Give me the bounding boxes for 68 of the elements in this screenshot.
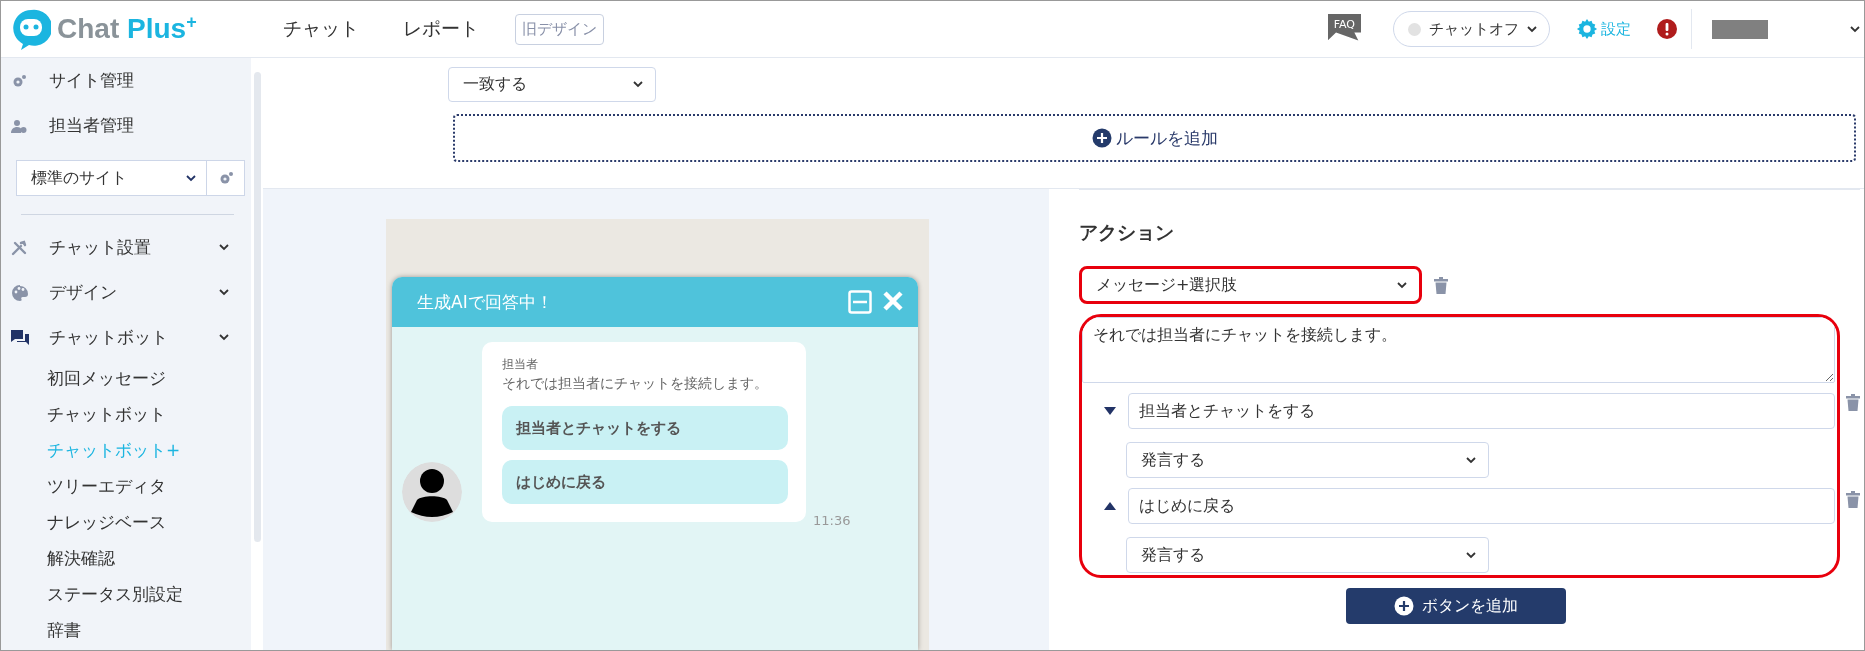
nav-link[interactable]: チャット (283, 16, 359, 42)
sidebar-subitem[interactable]: ステータス別設定 (1, 576, 251, 612)
chevron-down-icon (633, 81, 643, 88)
button-action-dropdown[interactable]: 発言する (1126, 537, 1489, 573)
chevron-down-icon (1527, 25, 1537, 33)
button-label-input[interactable]: はじめに戻る (1128, 488, 1835, 524)
trash-icon[interactable] (1846, 491, 1860, 508)
trash-icon[interactable] (1846, 394, 1860, 411)
chat-icon (11, 329, 29, 346)
plus-circle-icon (1091, 128, 1112, 148)
settings-icon (1576, 18, 1598, 40)
chevron-down-icon (219, 334, 229, 341)
sidebar-subitem[interactable]: チャットボット (1, 396, 251, 432)
sidebar-subitem[interactable]: 解決確認 (1, 540, 251, 576)
sidebar-subitem[interactable]: ナレッジベース (1, 504, 251, 540)
sidebar-item[interactable]: デザイン (1, 270, 251, 315)
nav-link[interactable]: レポート (403, 16, 479, 42)
alert-icon (1657, 19, 1677, 39)
sidebar-subitem[interactable]: 辞書 (1, 612, 251, 648)
chevron-down-icon (219, 244, 229, 251)
message-text: それでは担当者にチャットを接続します。 (502, 375, 769, 393)
tools-icon (11, 239, 27, 256)
caret-down-icon[interactable] (1104, 407, 1116, 415)
logo-text: Chat Plus$^{+}$ (57, 12, 197, 46)
choice-button[interactable]: 担当者とチャットをする (502, 406, 788, 450)
sidebar-item[interactable]: 担当者管理 (1, 103, 251, 148)
button-label-input[interactable]: 担当者とチャットをする (1128, 393, 1835, 429)
message-textarea[interactable]: それでは担当者にチャットを接続します。 (1082, 317, 1835, 383)
close-icon[interactable] (882, 290, 904, 312)
section-heading: アクション (1079, 220, 1175, 245)
sidebar-item-label: デザイン (49, 281, 117, 304)
redacted-name-block (1712, 19, 1768, 39)
status-dropdown[interactable]: チャットオフ (1393, 11, 1550, 47)
chevron-down-icon (186, 174, 196, 182)
sidebar-item[interactable]: チャット設置 (1, 225, 251, 270)
chevron-down-icon (219, 289, 229, 296)
scrollbar[interactable] (251, 58, 263, 650)
chevron-down-icon (1397, 281, 1407, 289)
trash-icon[interactable] (1434, 276, 1448, 294)
sender-name: 担当者 (502, 356, 539, 373)
gear-icon (11, 72, 27, 89)
choice-button[interactable]: はじめに戻る (502, 460, 788, 504)
palette-icon (11, 283, 29, 302)
user-gear-icon (11, 117, 27, 134)
sidebar-item-label: 担当者管理 (49, 114, 134, 137)
button-action-dropdown[interactable]: 発言する (1126, 442, 1489, 478)
sidebar-subitem[interactable]: 初回メッセージ (1, 360, 251, 396)
sidebar-item[interactable]: チャットボット (1, 315, 251, 360)
match-dropdown[interactable]: 一致する (448, 67, 656, 102)
sidebar-item-label: サイト管理 (49, 69, 134, 92)
sidebar-item-label: チャット設置 (49, 236, 151, 259)
action-type-dropdown[interactable]: メッセージ+選択肢 (1079, 266, 1422, 304)
chevron-down-icon (1466, 551, 1476, 559)
faq-button[interactable]: FAQ (1327, 13, 1361, 41)
caret-up-icon[interactable] (1104, 502, 1116, 510)
sidebar-item[interactable]: サイト管理 (1, 58, 251, 103)
add-button-button[interactable]: ボタンを追加 (1346, 588, 1566, 624)
message-time: 11:36 (813, 513, 851, 528)
avatar-silhouette-drawing (402, 462, 462, 522)
minimize-icon[interactable] (848, 290, 872, 314)
logo-icon (11, 8, 51, 50)
chat-title: 生成AIで回答中！ (417, 290, 553, 314)
chevron-down-icon (1466, 456, 1476, 464)
plus-circle-icon (1394, 596, 1414, 616)
add-rule-button[interactable]: ルールを追加 (453, 114, 1856, 162)
chevron-down-icon (1850, 25, 1860, 33)
sidebar-item-label: チャットボット (49, 326, 168, 349)
sidebar-subitem[interactable]: ツリーエディタ (1, 468, 251, 504)
